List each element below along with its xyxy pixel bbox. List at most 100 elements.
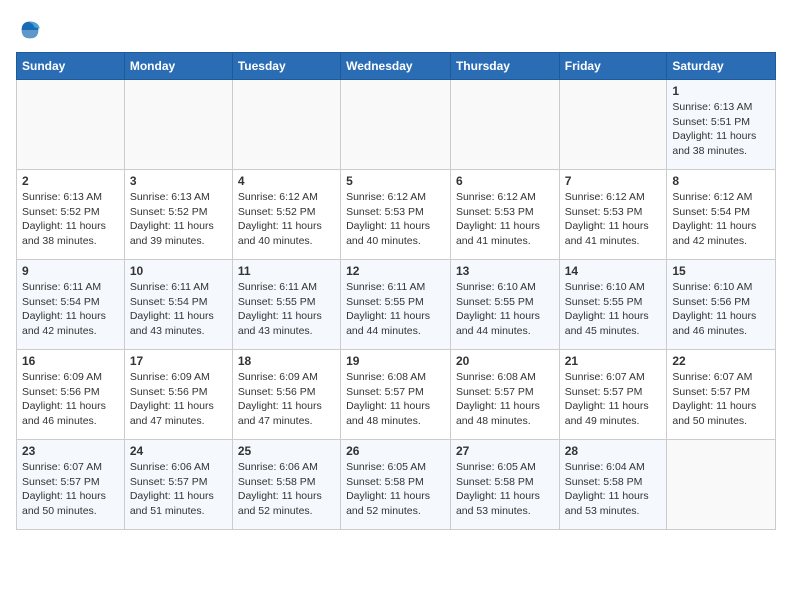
day-info: Sunrise: 6:09 AM Sunset: 5:56 PM Dayligh… [22, 370, 119, 429]
calendar-cell: 6 Sunrise: 6:12 AM Sunset: 5:53 PM Daylig… [450, 170, 559, 260]
day-info: Sunrise: 6:06 AM Sunset: 5:57 PM Dayligh… [130, 460, 227, 519]
day-info: Sunrise: 6:12 AM Sunset: 5:53 PM Dayligh… [456, 190, 554, 249]
calendar-cell: 11 Sunrise: 6:11 AM Sunset: 5:55 PM Dayli… [232, 260, 340, 350]
calendar-cell: 10 Sunrise: 6:11 AM Sunset: 5:54 PM Dayli… [124, 260, 232, 350]
day-info: Sunrise: 6:13 AM Sunset: 5:52 PM Dayligh… [130, 190, 227, 249]
col-header-friday: Friday [559, 53, 667, 80]
day-number: 25 [238, 444, 335, 458]
calendar-week-1: 1 Sunrise: 6:13 AM Sunset: 5:51 PM Daylig… [17, 80, 776, 170]
day-number: 11 [238, 264, 335, 278]
calendar-cell [17, 80, 125, 170]
calendar-cell: 8 Sunrise: 6:12 AM Sunset: 5:54 PM Daylig… [667, 170, 776, 260]
day-number: 19 [346, 354, 445, 368]
day-info: Sunrise: 6:08 AM Sunset: 5:57 PM Dayligh… [346, 370, 445, 429]
col-header-monday: Monday [124, 53, 232, 80]
day-info: Sunrise: 6:04 AM Sunset: 5:58 PM Dayligh… [565, 460, 662, 519]
col-header-wednesday: Wednesday [341, 53, 451, 80]
calendar-cell [232, 80, 340, 170]
calendar-cell: 2 Sunrise: 6:13 AM Sunset: 5:52 PM Daylig… [17, 170, 125, 260]
calendar-cell: 13 Sunrise: 6:10 AM Sunset: 5:55 PM Dayli… [450, 260, 559, 350]
calendar-cell [450, 80, 559, 170]
day-info: Sunrise: 6:09 AM Sunset: 5:56 PM Dayligh… [130, 370, 227, 429]
day-number: 12 [346, 264, 445, 278]
day-info: Sunrise: 6:10 AM Sunset: 5:55 PM Dayligh… [565, 280, 662, 339]
day-info: Sunrise: 6:09 AM Sunset: 5:56 PM Dayligh… [238, 370, 335, 429]
day-number: 6 [456, 174, 554, 188]
day-info: Sunrise: 6:05 AM Sunset: 5:58 PM Dayligh… [456, 460, 554, 519]
day-number: 8 [672, 174, 770, 188]
calendar-cell [667, 440, 776, 530]
day-info: Sunrise: 6:07 AM Sunset: 5:57 PM Dayligh… [565, 370, 662, 429]
logo [16, 16, 48, 44]
col-header-thursday: Thursday [450, 53, 559, 80]
day-info: Sunrise: 6:13 AM Sunset: 5:51 PM Dayligh… [672, 100, 770, 159]
day-info: Sunrise: 6:11 AM Sunset: 5:55 PM Dayligh… [238, 280, 335, 339]
day-number: 23 [22, 444, 119, 458]
calendar-cell [559, 80, 667, 170]
day-number: 13 [456, 264, 554, 278]
day-number: 7 [565, 174, 662, 188]
col-header-tuesday: Tuesday [232, 53, 340, 80]
calendar-cell: 22 Sunrise: 6:07 AM Sunset: 5:57 PM Dayli… [667, 350, 776, 440]
day-info: Sunrise: 6:10 AM Sunset: 5:55 PM Dayligh… [456, 280, 554, 339]
day-info: Sunrise: 6:08 AM Sunset: 5:57 PM Dayligh… [456, 370, 554, 429]
day-number: 28 [565, 444, 662, 458]
calendar-cell: 26 Sunrise: 6:05 AM Sunset: 5:58 PM Dayli… [341, 440, 451, 530]
day-number: 1 [672, 84, 770, 98]
calendar-cell [124, 80, 232, 170]
calendar-cell: 15 Sunrise: 6:10 AM Sunset: 5:56 PM Dayli… [667, 260, 776, 350]
calendar-week-4: 16 Sunrise: 6:09 AM Sunset: 5:56 PM Dayli… [17, 350, 776, 440]
col-header-saturday: Saturday [667, 53, 776, 80]
day-number: 14 [565, 264, 662, 278]
calendar-cell: 28 Sunrise: 6:04 AM Sunset: 5:58 PM Dayli… [559, 440, 667, 530]
day-info: Sunrise: 6:12 AM Sunset: 5:53 PM Dayligh… [346, 190, 445, 249]
day-number: 22 [672, 354, 770, 368]
day-info: Sunrise: 6:11 AM Sunset: 5:55 PM Dayligh… [346, 280, 445, 339]
calendar-week-2: 2 Sunrise: 6:13 AM Sunset: 5:52 PM Daylig… [17, 170, 776, 260]
day-number: 10 [130, 264, 227, 278]
calendar-cell: 1 Sunrise: 6:13 AM Sunset: 5:51 PM Daylig… [667, 80, 776, 170]
day-info: Sunrise: 6:06 AM Sunset: 5:58 PM Dayligh… [238, 460, 335, 519]
day-number: 16 [22, 354, 119, 368]
day-info: Sunrise: 6:12 AM Sunset: 5:54 PM Dayligh… [672, 190, 770, 249]
day-info: Sunrise: 6:12 AM Sunset: 5:52 PM Dayligh… [238, 190, 335, 249]
day-info: Sunrise: 6:11 AM Sunset: 5:54 PM Dayligh… [22, 280, 119, 339]
day-info: Sunrise: 6:05 AM Sunset: 5:58 PM Dayligh… [346, 460, 445, 519]
calendar-cell: 7 Sunrise: 6:12 AM Sunset: 5:53 PM Daylig… [559, 170, 667, 260]
day-number: 21 [565, 354, 662, 368]
calendar-cell: 27Sunrise: 6:05 AM Sunset: 5:58 PM Dayli… [450, 440, 559, 530]
day-number: 26 [346, 444, 445, 458]
calendar-cell [341, 80, 451, 170]
calendar-cell: 23 Sunrise: 6:07 AM Sunset: 5:57 PM Dayli… [17, 440, 125, 530]
day-number: 2 [22, 174, 119, 188]
calendar-cell: 21 Sunrise: 6:07 AM Sunset: 5:57 PM Dayli… [559, 350, 667, 440]
day-info: Sunrise: 6:11 AM Sunset: 5:54 PM Dayligh… [130, 280, 227, 339]
logo-icon [16, 16, 44, 44]
calendar-cell: 18 Sunrise: 6:09 AM Sunset: 5:56 PM Dayli… [232, 350, 340, 440]
calendar-header-row: SundayMondayTuesdayWednesdayThursdayFrid… [17, 53, 776, 80]
calendar-cell: 4 Sunrise: 6:12 AM Sunset: 5:52 PM Daylig… [232, 170, 340, 260]
day-number: 15 [672, 264, 770, 278]
day-number: 5 [346, 174, 445, 188]
day-number: 20 [456, 354, 554, 368]
calendar-cell: 20 Sunrise: 6:08 AM Sunset: 5:57 PM Dayli… [450, 350, 559, 440]
day-info: Sunrise: 6:07 AM Sunset: 5:57 PM Dayligh… [672, 370, 770, 429]
day-number: 18 [238, 354, 335, 368]
day-info: Sunrise: 6:13 AM Sunset: 5:52 PM Dayligh… [22, 190, 119, 249]
page-header [16, 16, 776, 44]
day-number: 4 [238, 174, 335, 188]
day-number: 24 [130, 444, 227, 458]
day-number: 3 [130, 174, 227, 188]
calendar-cell: 16 Sunrise: 6:09 AM Sunset: 5:56 PM Dayli… [17, 350, 125, 440]
day-info: Sunrise: 6:10 AM Sunset: 5:56 PM Dayligh… [672, 280, 770, 339]
day-number: 17 [130, 354, 227, 368]
calendar-cell: 3 Sunrise: 6:13 AM Sunset: 5:52 PM Daylig… [124, 170, 232, 260]
calendar-week-3: 9Sunrise: 6:11 AM Sunset: 5:54 PM Daylig… [17, 260, 776, 350]
calendar-cell: 5 Sunrise: 6:12 AM Sunset: 5:53 PM Daylig… [341, 170, 451, 260]
col-header-sunday: Sunday [17, 53, 125, 80]
calendar-cell: 24 Sunrise: 6:06 AM Sunset: 5:57 PM Dayli… [124, 440, 232, 530]
day-info: Sunrise: 6:12 AM Sunset: 5:53 PM Dayligh… [565, 190, 662, 249]
calendar-cell: 9Sunrise: 6:11 AM Sunset: 5:54 PM Daylig… [17, 260, 125, 350]
day-info: Sunrise: 6:07 AM Sunset: 5:57 PM Dayligh… [22, 460, 119, 519]
calendar-week-5: 23 Sunrise: 6:07 AM Sunset: 5:57 PM Dayli… [17, 440, 776, 530]
